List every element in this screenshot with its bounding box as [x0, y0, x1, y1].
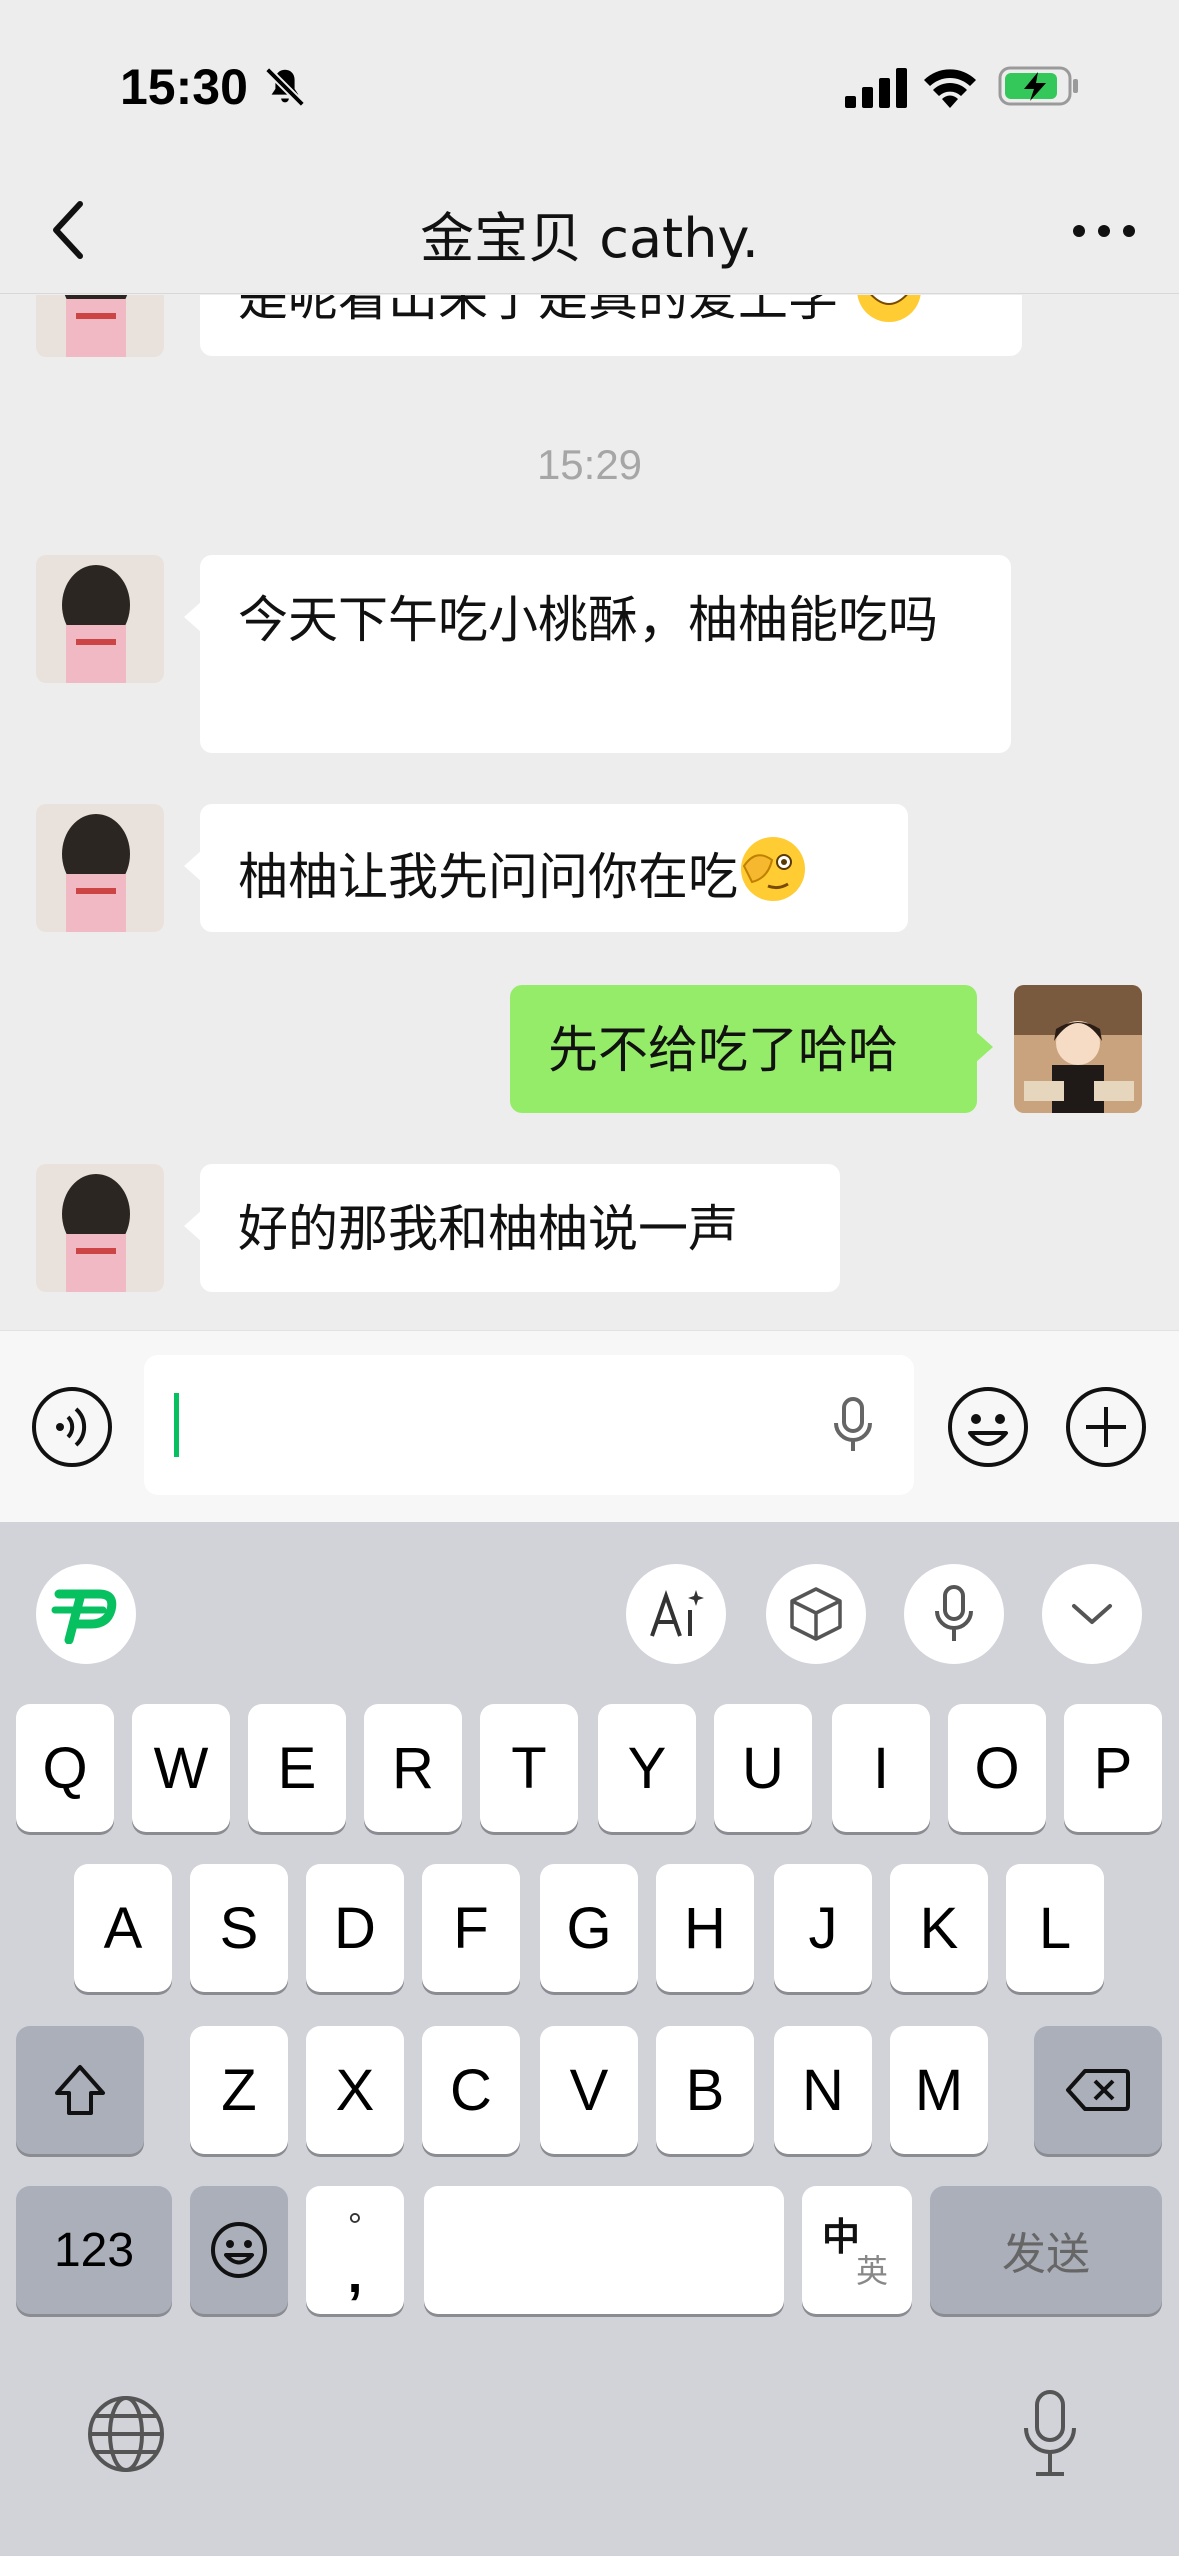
message-text: 好的那我和柚柚说一声 — [238, 1200, 738, 1258]
key-k[interactable]: K — [890, 1864, 988, 1992]
key-c[interactable]: C — [422, 2026, 520, 2154]
lang-zh-label: 中 — [822, 2217, 861, 2259]
key-t[interactable]: T — [480, 1704, 578, 1832]
chevron-down-icon — [1072, 1604, 1112, 1624]
voice-mode-icon[interactable] — [30, 1385, 114, 1469]
key-d[interactable]: D — [306, 1864, 404, 1992]
language-switch-key[interactable]: 中 英 — [802, 2186, 912, 2314]
contact-avatar[interactable] — [36, 1164, 164, 1292]
chat-header: 金宝贝 cathy. — [0, 170, 1179, 294]
emoji-face-icon — [211, 2222, 267, 2278]
key-u[interactable]: U — [714, 1704, 812, 1832]
key-y[interactable]: Y — [598, 1704, 696, 1832]
key-o[interactable]: O — [948, 1704, 1046, 1832]
message-bubble[interactable]: 今天下午吃小桃酥，柚柚能吃吗 — [184, 555, 1011, 753]
wifi-icon — [924, 69, 976, 108]
message-text: 柚柚让我先问问你在吃 — [238, 848, 738, 906]
punct-top: ° — [347, 2205, 363, 2246]
punctuation-key[interactable]: ° , — [306, 2186, 404, 2314]
key-a[interactable]: A — [74, 1864, 172, 1992]
message-input[interactable] — [144, 1355, 914, 1495]
more-options-icon[interactable] — [1069, 206, 1139, 256]
message-list[interactable]: 是呢看出来了是真的爱上学 15:29 今天下午吃小桃酥，柚柚能吃吗 柚柚让我先问… — [0, 295, 1179, 1330]
key-m[interactable]: M — [890, 2026, 988, 2154]
key-g[interactable]: G — [540, 1864, 638, 1992]
shift-arrow-icon — [55, 2065, 105, 2115]
my-avatar[interactable] — [1014, 985, 1142, 1113]
key-s[interactable]: S — [190, 1864, 288, 1992]
ai-icon — [650, 1589, 704, 1637]
chat-title: 金宝贝 cathy. — [420, 207, 759, 270]
ime-logo-icon — [51, 1589, 117, 1644]
backspace-icon — [1066, 2069, 1130, 2111]
backspace-key[interactable] — [1034, 2026, 1162, 2154]
key-q[interactable]: Q — [16, 1704, 114, 1832]
key-z[interactable]: Z — [190, 2026, 288, 2154]
skin-box-button[interactable] — [766, 1564, 866, 1664]
message-text: 今天下午吃小桃酥，柚柚能吃吗 — [238, 591, 938, 649]
text-cursor — [174, 1393, 179, 1457]
punct-bottom: , — [347, 2244, 363, 2304]
message-bubble[interactable]: 柚柚让我先问问你在吃 — [184, 804, 908, 932]
ai-writing-button[interactable] — [626, 1564, 726, 1664]
microphone-icon — [935, 1585, 973, 1641]
shift-key[interactable] — [16, 2026, 144, 2154]
message-bubble-partial[interactable]: 是呢看出来了是真的爱上学 — [200, 295, 1022, 356]
microphone-icon[interactable] — [832, 1397, 874, 1453]
cube-icon — [790, 1587, 842, 1641]
contact-avatar[interactable] — [36, 555, 164, 683]
numbers-key[interactable]: 123 — [16, 2186, 172, 2314]
contact-avatar[interactable] — [36, 804, 164, 932]
globe-icon[interactable] — [86, 2394, 166, 2474]
battery-charging-icon — [998, 66, 1078, 106]
status-time: 15:30 — [120, 59, 248, 115]
key-n[interactable]: N — [774, 2026, 872, 2154]
silent-bell-icon — [265, 67, 305, 107]
key-f[interactable]: F — [422, 1864, 520, 1992]
status-bar: 15:30 — [0, 0, 1179, 170]
keyboard-voice-button[interactable] — [904, 1564, 1004, 1664]
input-method-logo[interactable] — [36, 1564, 136, 1664]
message-text: 是呢看出来了是真的爱上学 — [238, 295, 838, 327]
contact-avatar[interactable] — [36, 295, 164, 357]
collapse-keyboard-button[interactable] — [1042, 1564, 1142, 1664]
face-peeking-emoji-icon — [741, 837, 805, 901]
send-key[interactable]: 发送 — [930, 2186, 1162, 2314]
key-b[interactable]: B — [656, 2026, 754, 2154]
lang-en-label: 英 — [856, 2253, 889, 2289]
key-w[interactable]: W — [132, 1704, 230, 1832]
emoji-face-icon[interactable] — [946, 1385, 1030, 1469]
space-key[interactable] — [424, 2186, 784, 2314]
grin-emoji-icon — [857, 295, 921, 322]
keyboard: Q W E R T Y U I O P A S D F G H J K L Z … — [0, 1522, 1179, 2556]
cellular-signal-icon — [845, 68, 907, 108]
key-v[interactable]: V — [540, 2026, 638, 2154]
key-p[interactable]: P — [1064, 1704, 1162, 1832]
key-j[interactable]: J — [774, 1864, 872, 1992]
key-r[interactable]: R — [364, 1704, 462, 1832]
message-timestamp: 15:29 — [536, 441, 643, 488]
outgoing-message-bubble[interactable]: 先不给吃了哈哈 — [510, 985, 993, 1113]
key-e[interactable]: E — [248, 1704, 346, 1832]
message-text: 先不给吃了哈哈 — [548, 1021, 898, 1079]
key-l[interactable]: L — [1006, 1864, 1104, 1992]
key-i[interactable]: I — [832, 1704, 930, 1832]
key-x[interactable]: X — [306, 2026, 404, 2154]
dictation-microphone-icon[interactable] — [1020, 2388, 1080, 2478]
key-h[interactable]: H — [656, 1864, 754, 1992]
add-plus-icon[interactable] — [1064, 1385, 1148, 1469]
input-bar — [0, 1330, 1179, 1522]
message-bubble[interactable]: 好的那我和柚柚说一声 — [184, 1164, 840, 1292]
emoji-key[interactable] — [190, 2186, 288, 2314]
